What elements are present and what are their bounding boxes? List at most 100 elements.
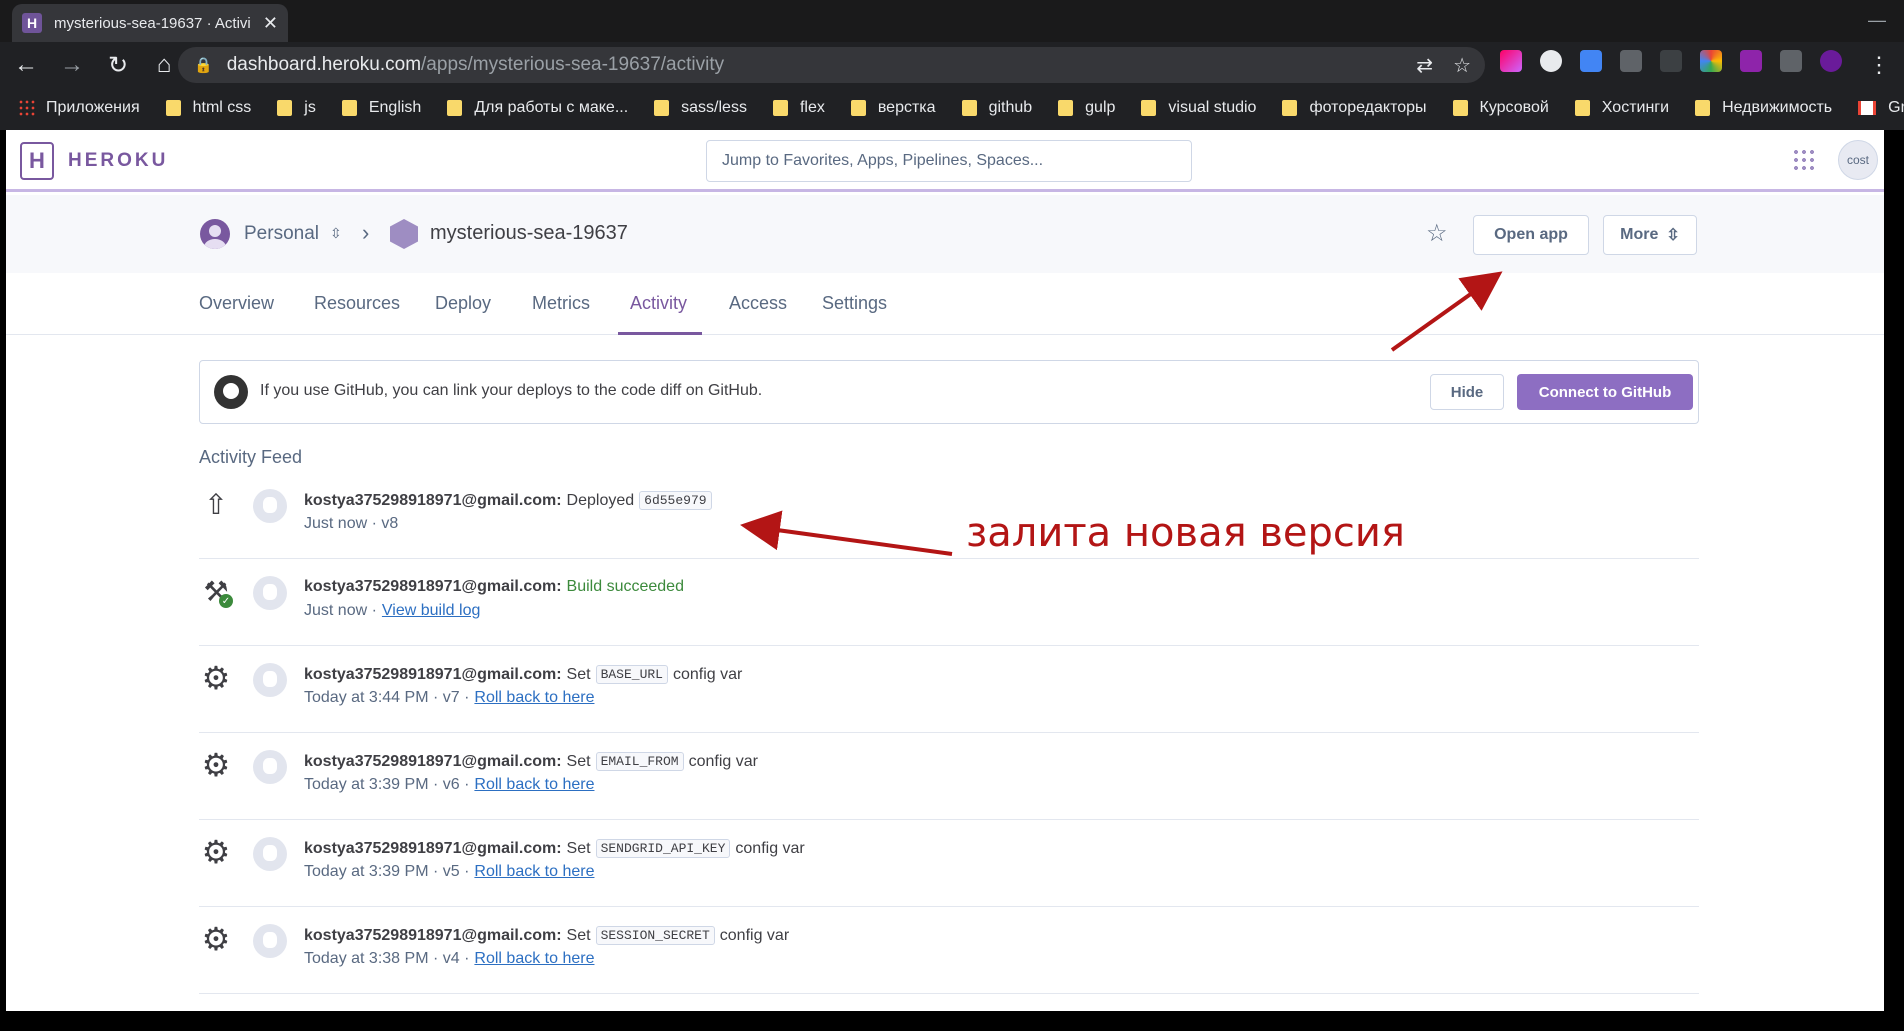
roll-back-link[interactable]: Roll back to here (474, 776, 594, 794)
favorite-star-icon[interactable]: ☆ (1426, 219, 1448, 248)
more-button[interactable]: More ⇳ (1603, 215, 1697, 255)
feed-action: Deployed (566, 491, 635, 509)
lock-icon: 🔒 (194, 57, 213, 74)
bookmark-folder[interactable]: github (961, 99, 1032, 117)
connect-github-button[interactable]: Connect to GitHub (1517, 374, 1693, 410)
github-banner-text: If you use GitHub, you can link your dep… (260, 382, 763, 399)
heroku-logo-icon[interactable]: H (20, 142, 54, 180)
feed-action: Set (566, 839, 591, 857)
feed-action: Set (566, 926, 591, 944)
gear-icon: ⚙ (201, 921, 231, 957)
folder-icon (961, 100, 977, 116)
reload-icon[interactable]: ↻ (98, 45, 138, 85)
bookmark-folder[interactable]: Курсовой (1452, 99, 1549, 117)
folder-icon (277, 100, 293, 116)
extension-icon[interactable] (1700, 50, 1722, 72)
bookmark-folder[interactable]: flex (772, 99, 825, 117)
feed-item: ⚙ kostya375298918971@gmail.com: Set BASE… (199, 647, 1699, 733)
browser-tab[interactable]: H mysterious-sea-19637 · Activity ✕ (12, 4, 288, 42)
feed-item: ⚒ ✓ kostya375298918971@gmail.com: Build … (199, 560, 1699, 646)
roll-back-link[interactable]: Roll back to here (474, 863, 594, 881)
bookmark-folder[interactable]: visual studio (1141, 99, 1256, 117)
heroku-dashboard: H HEROKU cost Personal ⇳ › mysterious-se… (6, 130, 1884, 1011)
google-translate-icon[interactable] (1580, 50, 1602, 72)
bookmarks-bar: Приложения html css js English Для работ… (0, 88, 1904, 128)
url-host: dashboard.heroku.com (226, 54, 422, 75)
tab-deploy[interactable]: Deploy (435, 293, 491, 314)
forward-icon[interactable]: → (52, 45, 92, 85)
roll-back-link[interactable]: Roll back to here (474, 689, 594, 707)
bookmark-folder[interactable]: English (341, 99, 421, 117)
roll-back-link[interactable]: Roll back to here (474, 950, 594, 968)
search-input[interactable] (706, 140, 1192, 182)
folder-icon (1695, 100, 1711, 116)
bookmark-apps[interactable]: Приложения (18, 99, 140, 117)
tab-activity[interactable]: Activity (630, 293, 687, 314)
bookmark-folder[interactable]: Недвижимость (1695, 99, 1832, 117)
heroku-favicon-icon: H (22, 13, 42, 33)
tab-metrics[interactable]: Metrics (532, 293, 590, 314)
gear-icon: ⚙ (201, 660, 231, 696)
github-banner: If you use GitHub, you can link your dep… (199, 360, 1699, 424)
tab-overview[interactable]: Overview (199, 293, 274, 314)
chevron-right-icon: › (362, 220, 370, 245)
feed-meta: Just now · (304, 602, 377, 619)
bookmark-gmail[interactable]: Gmail (1858, 99, 1904, 117)
bookmark-folder[interactable]: верстка (850, 99, 936, 117)
feed-user: kostya375298918971@gmail.com: (304, 839, 562, 857)
window-minimize-icon[interactable]: — (1868, 10, 1886, 31)
folder-icon (447, 100, 463, 116)
tab-settings[interactable]: Settings (822, 293, 887, 314)
hide-button[interactable]: Hide (1430, 374, 1504, 410)
open-app-button[interactable]: Open app (1473, 215, 1589, 255)
app-hexagon-icon (390, 219, 418, 249)
avatar[interactable]: cost (1838, 140, 1878, 180)
personal-switcher[interactable]: Personal (244, 223, 319, 245)
extension-icon[interactable] (1500, 50, 1522, 72)
active-tab-indicator (618, 332, 702, 335)
bookmark-folder[interactable]: gulp (1058, 99, 1115, 117)
translate-icon[interactable]: ⇄ (1416, 53, 1433, 78)
folder-icon (1141, 100, 1157, 116)
browser-menu-icon[interactable]: ⋮ (1868, 52, 1890, 78)
heroku-wordmark[interactable]: HEROKU (68, 150, 168, 172)
extension-icon[interactable] (1740, 50, 1762, 72)
check-icon: ✓ (219, 594, 233, 608)
folder-icon (772, 100, 788, 116)
build-hammer-icon: ⚒ ✓ (199, 574, 233, 608)
tab-resources[interactable]: Resources (314, 293, 400, 314)
annotation-text: залита новая версия (966, 510, 1405, 556)
apps-launcher-icon[interactable] (1792, 148, 1816, 172)
feed-meta: Today at 3:39 PM · v5 · (304, 863, 470, 880)
profile-avatar-icon[interactable] (1820, 50, 1842, 72)
close-tab-icon[interactable]: ✕ (263, 13, 278, 34)
more-label: More (1620, 226, 1659, 243)
extension-icon[interactable] (1540, 50, 1562, 72)
back-icon[interactable]: ← (6, 45, 46, 85)
extension-icon[interactable] (1620, 50, 1642, 72)
bookmark-folder[interactable]: Хостинги (1574, 99, 1669, 117)
tab-title: mysterious-sea-19637 · Activity (54, 14, 251, 32)
chevron-updown-icon[interactable]: ⇳ (330, 225, 342, 242)
bookmark-folder[interactable]: фоторедакторы (1282, 99, 1427, 117)
avatar (253, 576, 287, 610)
media-icon[interactable] (1780, 50, 1802, 72)
browser-chrome: H mysterious-sea-19637 · Activity ✕ — ← … (0, 0, 1904, 130)
apps-grid-icon (18, 99, 36, 117)
gmail-icon (1858, 101, 1877, 115)
bookmark-folder[interactable]: Для работы с маке... (447, 99, 628, 117)
feed-action: Set (566, 752, 591, 770)
bookmark-folder[interactable]: sass/less (654, 99, 747, 117)
address-bar[interactable]: 🔒 dashboard.heroku.com /apps/mysterious-… (178, 47, 1485, 83)
extension-icon[interactable] (1660, 50, 1682, 72)
avatar (253, 924, 287, 958)
bookmark-folder[interactable]: html css (165, 99, 251, 117)
browser-toolbar: ← → ↻ ⌂ 🔒 dashboard.heroku.com /apps/mys… (0, 42, 1904, 88)
bookmark-star-icon[interactable]: ☆ (1453, 53, 1471, 78)
gear-icon: ⚙ (201, 747, 231, 783)
folder-icon (850, 100, 866, 116)
config-var-name: EMAIL_FROM (595, 752, 684, 771)
tab-access[interactable]: Access (729, 293, 787, 314)
view-build-log-link[interactable]: View build log (382, 602, 480, 620)
bookmark-folder[interactable]: js (277, 99, 316, 117)
